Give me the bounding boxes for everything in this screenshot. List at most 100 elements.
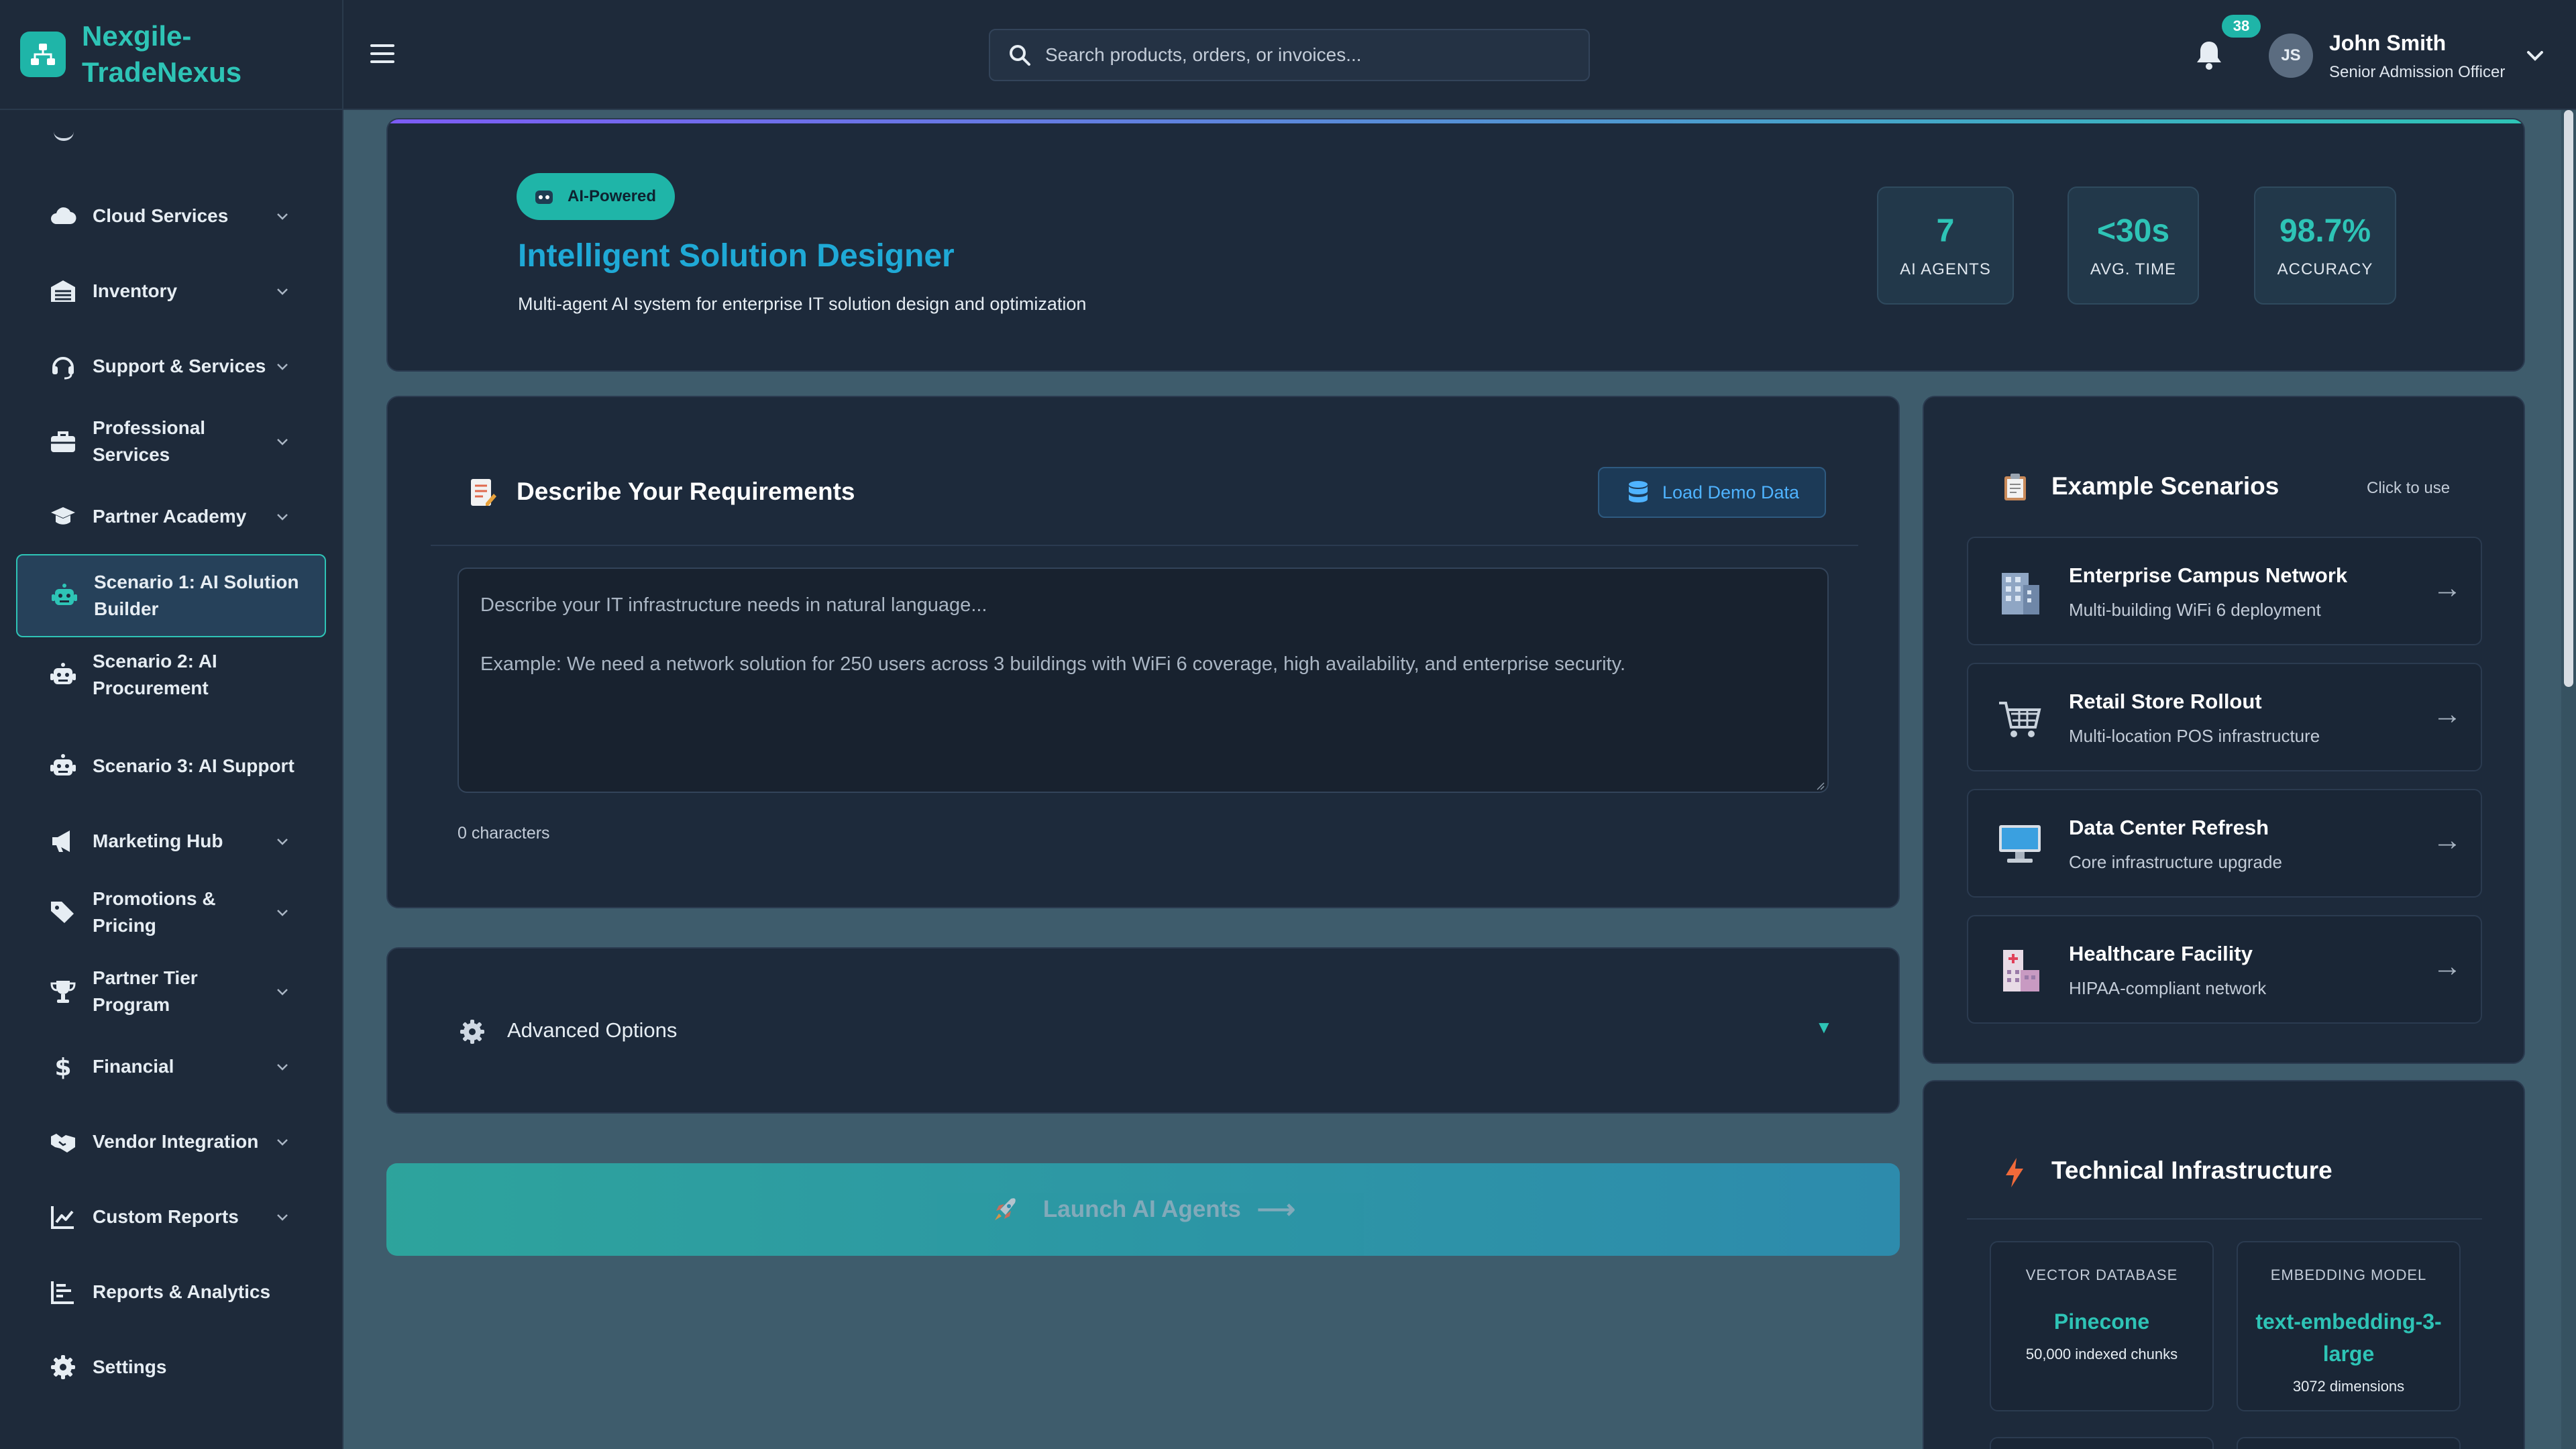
sidebar-item-label: Partner Tier Program xyxy=(93,967,198,1015)
sidebar-item-inventory[interactable]: Inventory xyxy=(16,262,326,321)
memo-icon xyxy=(471,479,496,506)
divider xyxy=(1967,1218,2482,1220)
sidebar-item-professional-services[interactable]: Professional Services xyxy=(16,412,326,471)
clipboard-icon xyxy=(2004,474,2026,500)
sidebar-item-promotions-pricing[interactable]: Promotions & Pricing xyxy=(16,883,326,942)
tech-key: EMBEDDING MODEL xyxy=(2270,1267,2427,1283)
svg-text:$: $ xyxy=(54,1054,71,1080)
desktop-computer-icon xyxy=(1999,825,2041,863)
sidebar-item-label: Scenario 1: AI Solution Builder xyxy=(94,572,299,619)
gradient-accent-bar xyxy=(388,119,2524,123)
brand[interactable]: Nexgile-TradeNexus xyxy=(0,0,342,110)
stat-label: ACCURACY xyxy=(2277,260,2373,278)
list-chart-icon xyxy=(48,1277,78,1307)
sidebar-item-label: Professional Services xyxy=(93,417,206,465)
example-title: Data Center Refresh xyxy=(2069,816,2269,839)
search-icon xyxy=(1010,45,1030,66)
chevron-down-icon xyxy=(272,206,292,226)
tech-sub: 3072 dimensions xyxy=(2292,1378,2405,1395)
sidebar-item-label: Vendor Integration xyxy=(93,1131,259,1152)
page-subtitle: Multi-agent AI system for enterprise IT … xyxy=(518,294,1087,314)
search-box[interactable] xyxy=(989,29,1590,81)
ai-powered-label: AI-Powered xyxy=(568,187,657,205)
stat-value: 98.7% xyxy=(2279,213,2371,249)
rocket-icon xyxy=(994,1198,1016,1220)
office-building-icon xyxy=(2002,573,2039,614)
chevron-down-icon xyxy=(272,1207,292,1227)
example-retail-store-rollout[interactable]: Retail Store Rollout Multi-location POS … xyxy=(1967,663,2482,771)
sidebar-item-scenario-2-ai-procurement[interactable]: Scenario 2: AI Procurement xyxy=(16,645,326,704)
stat-avg-time: <30s AVG. TIME xyxy=(2068,186,2199,305)
character-count: 0 characters xyxy=(458,824,550,843)
network-logo-icon xyxy=(20,32,66,77)
sidebar-item-scenario-3-ai-support[interactable]: Scenario 3: AI Support xyxy=(16,737,326,796)
user-name[interactable]: John Smith xyxy=(2329,31,2446,56)
chevron-down-icon xyxy=(272,1057,292,1077)
stat-ai-agents: 7 AI AGENTS xyxy=(1877,186,2014,305)
sidebar-item-support-services[interactable]: Support & Services xyxy=(16,337,326,396)
hamburger-menu-icon[interactable] xyxy=(368,39,397,68)
load-demo-data-button[interactable]: Load Demo Data xyxy=(1598,467,1826,518)
chevron-down-icon xyxy=(272,1132,292,1152)
sidebar-item-label: Marketing Hub xyxy=(93,830,223,851)
advanced-options-label: Advanced Options xyxy=(507,1018,678,1042)
sidebar-item-vendor-integration[interactable]: Vendor Integration xyxy=(16,1112,326,1171)
sidebar: Nexgile-TradeNexus Cloud Services Invento… xyxy=(0,0,343,1449)
example-data-center-refresh[interactable]: Data Center Refresh Core infrastructure … xyxy=(1967,789,2482,898)
stat-label: AVG. TIME xyxy=(2090,260,2177,278)
sidebar-item-partner-tier-program[interactable]: Partner Tier Program xyxy=(16,962,326,1021)
handshake-icon xyxy=(48,1127,78,1157)
sidebar-item-scenario-1-ai-solution-builder[interactable]: Scenario 1: AI Solution Builder xyxy=(16,554,326,637)
graduation-cap-icon xyxy=(48,502,78,531)
launch-ai-agents-button[interactable]: Launch AI Agents ⟶ xyxy=(386,1163,1900,1256)
chevron-down-icon[interactable] xyxy=(2524,44,2546,67)
database-icon xyxy=(1628,481,1648,502)
tech-key: VECTOR DATABASE xyxy=(2025,1267,2178,1283)
example-healthcare-facility[interactable]: Healthcare Facility HIPAA-compliant netw… xyxy=(1967,915,2482,1024)
chevron-down-icon xyxy=(272,902,292,922)
sidebar-item-reports-analytics[interactable]: Reports & Analytics xyxy=(16,1263,326,1322)
example-scenarios-title: Example Scenarios xyxy=(2051,472,2279,500)
page-title: Intelligent Solution Designer xyxy=(518,238,955,274)
scrollbar-thumb[interactable] xyxy=(2564,110,2573,687)
arrow-right-icon: → xyxy=(2432,572,2462,604)
sidebar-item-marketing-hub[interactable]: Marketing Hub xyxy=(16,812,326,871)
sidebar-item-label: Promotions & Pricing xyxy=(93,888,216,936)
stat-label: AI AGENTS xyxy=(1900,260,1991,278)
tech-box-partial xyxy=(2237,1437,2461,1449)
sidebar-item-custom-reports[interactable]: Custom Reports xyxy=(16,1187,326,1246)
vector-database-box: VECTOR DATABASE Pinecone 50,000 indexed … xyxy=(1990,1241,2214,1411)
example-title: Retail Store Rollout xyxy=(2069,690,2262,713)
example-description: Multi-location POS infrastructure xyxy=(2069,726,2320,746)
robot-icon xyxy=(48,751,78,781)
line-chart-icon xyxy=(48,1202,78,1232)
requirements-textarea[interactable] xyxy=(458,568,1829,793)
divider xyxy=(431,545,1858,546)
chevron-down-icon xyxy=(272,981,292,1002)
lightning-icon xyxy=(2006,1158,2023,1187)
sidebar-item-cloud-services[interactable]: Cloud Services xyxy=(16,186,326,246)
sidebar-item-label: Custom Reports xyxy=(93,1206,239,1227)
warehouse-icon xyxy=(48,276,78,306)
stat-accuracy: 98.7% ACCURACY xyxy=(2254,186,2396,305)
example-enterprise-campus-network[interactable]: Enterprise Campus Network Multi-building… xyxy=(1967,537,2482,645)
sidebar-item-financial[interactable]: $ Financial xyxy=(16,1037,326,1096)
dollar-icon: $ xyxy=(48,1052,78,1081)
sidebar-item-label: Inventory xyxy=(93,280,178,301)
chevron-down-icon xyxy=(272,356,292,376)
resize-handle-icon[interactable] xyxy=(1815,781,1825,790)
sidebar-item-label: Financial xyxy=(93,1056,174,1077)
sidebar-item-label: Scenario 2: AI Procurement xyxy=(93,651,217,698)
example-scenarios-panel: Example Scenarios Click to use Enterpris… xyxy=(1923,396,2525,1064)
advanced-options-toggle[interactable]: Advanced Options ▼ xyxy=(386,947,1900,1114)
notification-bell-icon[interactable] xyxy=(2194,39,2224,71)
robot-icon xyxy=(48,660,78,690)
sidebar-item-settings[interactable]: Settings xyxy=(16,1338,326,1397)
cloud-icon xyxy=(48,201,78,231)
avatar[interactable]: JS xyxy=(2269,34,2313,78)
chevron-down-icon xyxy=(272,431,292,451)
sidebar-item-partner-academy[interactable]: Partner Academy xyxy=(16,487,326,546)
page-scrollbar[interactable] xyxy=(2561,110,2576,1449)
search-input[interactable] xyxy=(1045,44,1568,66)
user-role: Senior Admission Officer xyxy=(2329,63,2506,81)
